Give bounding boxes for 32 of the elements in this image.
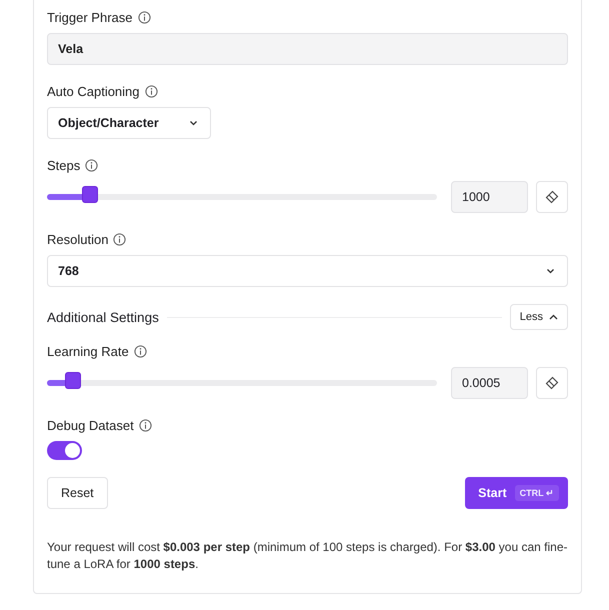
slider-thumb[interactable] [64, 372, 81, 389]
chevron-icon [546, 268, 555, 274]
eraser-icon [545, 190, 559, 204]
start-button[interactable]: Start CTRL ↵ [465, 477, 568, 509]
slider-thumb[interactable] [82, 186, 98, 203]
field-label: Trigger Phrase [47, 10, 132, 24]
field-label: Debug Dataset [47, 418, 134, 432]
collapse-button[interactable]: Less [510, 304, 568, 330]
select-field[interactable]: Object/Character [47, 107, 211, 139]
select-field[interactable]: 768 [47, 255, 568, 287]
number-field[interactable]: 0.0005 [451, 367, 528, 399]
info-icon [138, 418, 152, 432]
section-title: Additional Settings [47, 310, 159, 324]
text-field[interactable]: Vela [47, 33, 568, 65]
field-label: Resolution [47, 232, 108, 246]
chevron-icon [549, 314, 558, 320]
info-icon [113, 232, 126, 246]
info-icon [138, 10, 150, 24]
toggle-switch[interactable] [47, 441, 82, 460]
number-field[interactable]: 1000 [451, 181, 528, 213]
field-label: Auto Captioning [47, 84, 140, 98]
eraser-icon [545, 376, 559, 390]
cost-note: Your request will cost $0.003 per step (minimum of 100 steps is charged). For $3.00 you can fine-tune a LoRA for 1000 steps. [47, 539, 568, 573]
info-icon [134, 344, 147, 358]
info-icon [85, 158, 98, 172]
reset-button[interactable]: Reset [47, 477, 108, 509]
reset-value-button[interactable] [536, 367, 568, 399]
chevron-icon [189, 120, 198, 126]
field-label: Learning Rate [47, 344, 129, 358]
reset-value-button[interactable] [536, 181, 568, 213]
field-label: Steps [47, 158, 80, 172]
info-icon [144, 84, 158, 98]
